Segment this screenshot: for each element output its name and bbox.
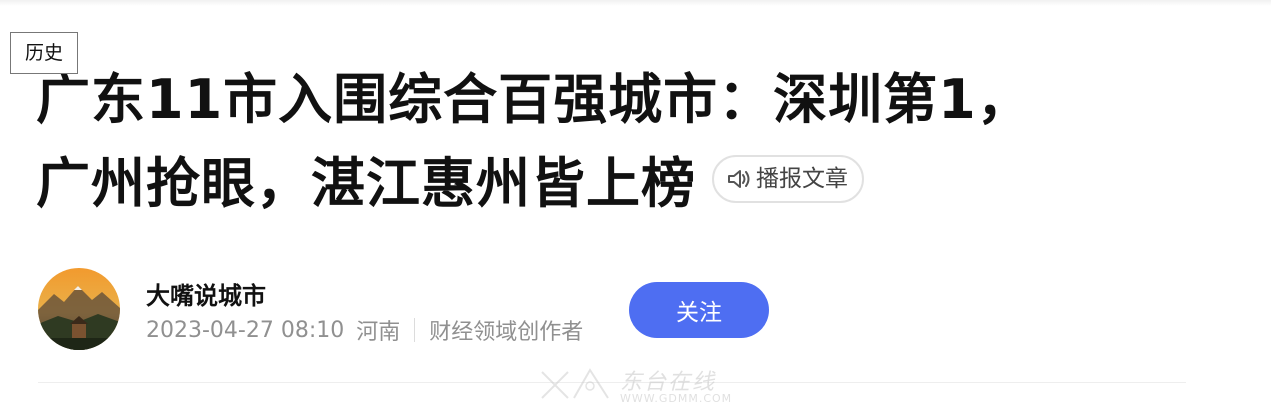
site-watermark: 东台在线 WWW.GDMM.COM — [538, 364, 738, 408]
speaker-icon — [728, 170, 750, 189]
meta-separator — [414, 318, 416, 342]
watermark-logo-icon — [541, 368, 609, 399]
author-avatar[interactable] — [38, 268, 120, 350]
follow-button[interactable]: 关注 — [629, 282, 769, 338]
title-line-1: 广东11市入围综合百强城市：深圳第1， — [36, 68, 1032, 131]
landscape-avatar-image — [38, 268, 120, 350]
article-page: 历史 广东11市入围综合百强城市：深圳第1， 广州抢眼，湛江惠州皆上榜 播报文章 … — [0, 0, 1271, 410]
listen-article-button[interactable]: 播报文章 — [712, 155, 864, 204]
author-name[interactable]: 大嘴说城市 — [146, 276, 266, 311]
watermark-url: WWW.GDMM.COM — [620, 392, 733, 405]
listen-label: 播报文章 — [756, 166, 848, 193]
publish-date: 2023-04-27 08:10 — [146, 317, 345, 343]
article-title: 广东11市入围综合百强城市：深圳第1， 广州抢眼，湛江惠州皆上榜 播报文章 — [36, 58, 1176, 226]
top-strip — [0, 0, 1271, 6]
history-tab[interactable]: 历史 — [10, 32, 78, 74]
publish-location: 河南 — [356, 320, 401, 345]
title-line-2: 广州抢眼，湛江惠州皆上榜 — [36, 152, 696, 215]
article-meta: 2023-04-27 08:10 河南 财经领域创作者 — [146, 314, 583, 346]
title-line-2-wrap: 广州抢眼，湛江惠州皆上榜 播报文章 — [36, 142, 1176, 226]
author-role: 财经领域创作者 — [429, 320, 584, 345]
